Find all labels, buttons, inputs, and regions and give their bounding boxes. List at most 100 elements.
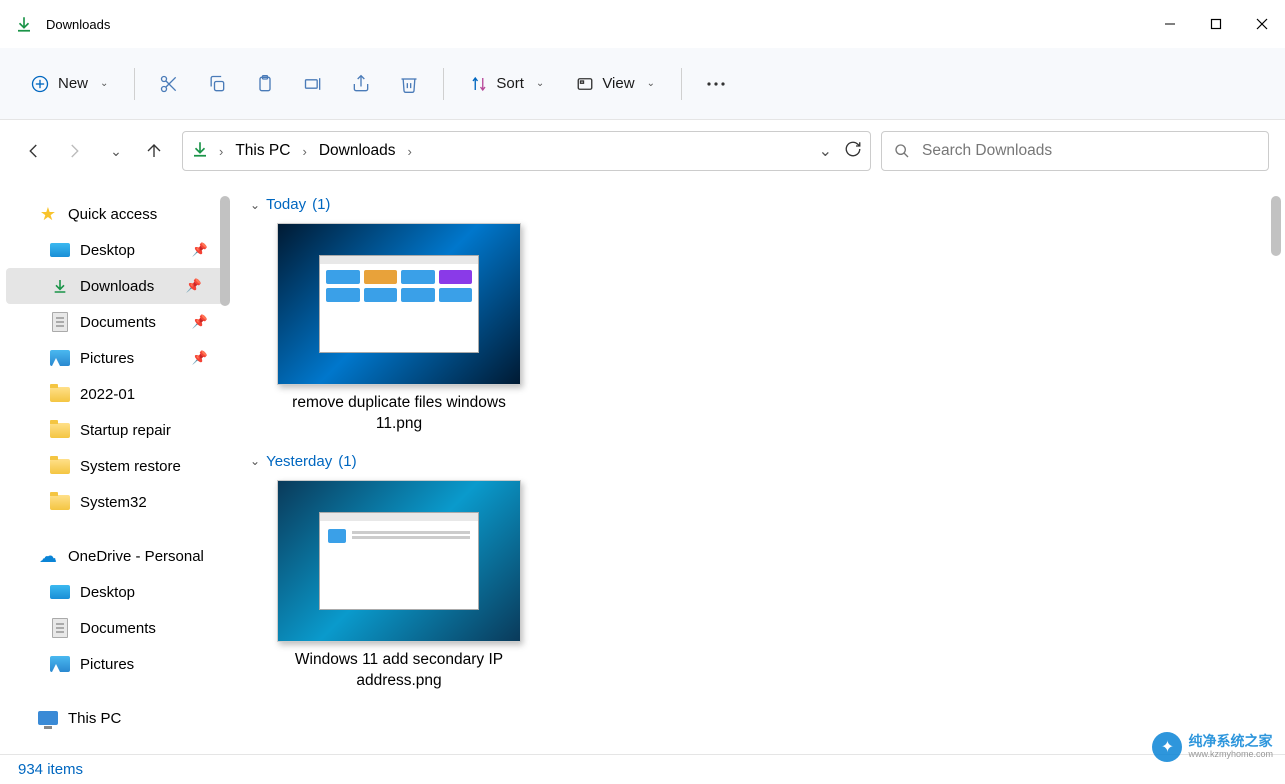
search-box[interactable] <box>881 131 1269 171</box>
file-name: Windows 11 add secondary IP address.png <box>274 650 524 692</box>
folder-icon <box>50 456 70 476</box>
watermark-url: www.kzmyhome.com <box>1188 750 1273 760</box>
view-label: View <box>602 75 634 92</box>
sidebar-pictures[interactable]: Pictures📌 <box>0 340 230 376</box>
sidebar-this-pc[interactable]: This PC <box>0 700 230 736</box>
main-area: ★Quick access Desktop📌 Downloads📌 Docume… <box>0 182 1285 754</box>
group-name: Today <box>266 196 306 213</box>
chevron-down-icon: ⌄ <box>250 198 260 212</box>
document-icon <box>50 618 70 638</box>
sidebar-folder-startup-repair[interactable]: Startup repair <box>0 412 230 448</box>
forward-button[interactable] <box>56 133 92 169</box>
sidebar-item-label: Documents <box>80 314 156 331</box>
back-button[interactable] <box>16 133 52 169</box>
pin-icon: 📌 <box>192 314 208 330</box>
group-name: Yesterday <box>266 453 332 470</box>
chevron-right-icon[interactable]: › <box>302 144 306 159</box>
separator <box>134 68 135 100</box>
chevron-right-icon[interactable]: › <box>219 144 223 159</box>
window-title: Downloads <box>46 17 110 32</box>
view-icon <box>576 75 594 93</box>
search-input[interactable] <box>922 142 1256 160</box>
more-button[interactable] <box>694 64 738 104</box>
refresh-button[interactable] <box>844 140 862 163</box>
chevron-right-icon[interactable]: › <box>408 144 412 159</box>
document-icon <box>50 312 70 332</box>
sidebar-downloads[interactable]: Downloads📌 <box>6 268 224 304</box>
file-item[interactable]: remove duplicate files windows 11.png <box>274 223 524 435</box>
recent-locations-button[interactable]: ⌄ <box>96 133 132 169</box>
rename-button[interactable] <box>291 64 335 104</box>
folder-icon <box>50 492 70 512</box>
group-header-today[interactable]: ⌄ Today (1) <box>250 196 1265 213</box>
file-item[interactable]: Windows 11 add secondary IP address.png <box>274 480 524 692</box>
cut-button[interactable] <box>147 64 191 104</box>
content-scrollbar[interactable] <box>1271 196 1281 256</box>
sidebar-item-label: Desktop <box>80 584 135 601</box>
trash-icon <box>399 74 419 94</box>
sidebar-item-label: System32 <box>80 494 147 511</box>
search-icon <box>894 143 910 159</box>
desktop-icon <box>50 582 70 602</box>
folder-icon <box>50 384 70 404</box>
copy-button[interactable] <box>195 64 239 104</box>
address-dropdown-button[interactable]: ⌄ <box>819 141 832 161</box>
paste-button[interactable] <box>243 64 287 104</box>
plus-circle-icon <box>30 74 50 94</box>
sidebar-desktop[interactable]: Desktop📌 <box>0 232 230 268</box>
window-controls <box>1147 0 1285 48</box>
new-button[interactable]: New ⌄ <box>16 64 122 104</box>
pin-icon: 📌 <box>192 242 208 258</box>
sidebar-quick-access[interactable]: ★Quick access <box>0 196 230 232</box>
navigation-bar: ⌄ › This PC › Downloads › ⌄ <box>0 120 1285 182</box>
view-button[interactable]: View ⌄ <box>562 64 669 104</box>
sidebar-item-label: Downloads <box>80 278 154 295</box>
star-icon: ★ <box>38 204 58 224</box>
chevron-down-icon: ⌄ <box>647 78 655 89</box>
breadcrumb-downloads[interactable]: Downloads <box>317 138 398 164</box>
sidebar-documents[interactable]: Documents 📌 <box>0 304 230 340</box>
clipboard-icon <box>255 74 275 94</box>
navigation-pane: ★Quick access Desktop📌 Downloads📌 Docume… <box>0 182 230 754</box>
title-bar: Downloads <box>0 0 1285 48</box>
chevron-down-icon: ⌄ <box>100 78 108 89</box>
sort-icon <box>470 75 488 93</box>
group-header-yesterday[interactable]: ⌄ Yesterday (1) <box>250 453 1265 470</box>
delete-button[interactable] <box>387 64 431 104</box>
sidebar-folder-2022-01[interactable]: 2022-01 <box>0 376 230 412</box>
sidebar-item-label: Startup repair <box>80 422 171 439</box>
downloads-folder-icon <box>14 14 34 34</box>
group-count: (1) <box>312 196 330 213</box>
file-list: ⌄ Today (1) remove duplicate files windo… <box>230 182 1285 754</box>
watermark-logo-icon: ✦ <box>1152 732 1182 762</box>
scissors-icon <box>159 74 179 94</box>
toolbar: New ⌄ Sort ⌄ View ⌄ <box>0 48 1285 120</box>
sidebar-od-documents[interactable]: Documents <box>0 610 230 646</box>
sidebar-item-label: OneDrive - Personal <box>68 548 204 565</box>
pc-icon <box>38 708 58 728</box>
sidebar-onedrive[interactable]: ☁OneDrive - Personal <box>0 538 230 574</box>
minimize-button[interactable] <box>1147 0 1193 48</box>
close-button[interactable] <box>1239 0 1285 48</box>
ellipsis-icon <box>706 81 726 87</box>
up-button[interactable] <box>136 133 172 169</box>
new-label: New <box>58 75 88 92</box>
share-button[interactable] <box>339 64 383 104</box>
sidebar-folder-system32[interactable]: System32 <box>0 484 230 520</box>
maximize-button[interactable] <box>1193 0 1239 48</box>
breadcrumb-this-pc[interactable]: This PC <box>233 138 292 164</box>
sidebar-folder-system-restore[interactable]: System restore <box>0 448 230 484</box>
pictures-icon <box>50 348 70 368</box>
folder-icon <box>50 420 70 440</box>
file-name: remove duplicate files windows 11.png <box>274 393 524 435</box>
address-bar[interactable]: › This PC › Downloads › ⌄ <box>182 131 871 171</box>
sidebar-scrollbar[interactable] <box>220 196 230 306</box>
status-bar: 934 items <box>0 754 1285 784</box>
sidebar-od-pictures[interactable]: Pictures <box>0 646 230 682</box>
desktop-icon <box>50 240 70 260</box>
file-thumbnail <box>277 223 521 385</box>
sidebar-od-desktop[interactable]: Desktop <box>0 574 230 610</box>
sort-label: Sort <box>496 75 524 92</box>
sort-button[interactable]: Sort ⌄ <box>456 64 558 104</box>
copy-icon <box>207 74 227 94</box>
